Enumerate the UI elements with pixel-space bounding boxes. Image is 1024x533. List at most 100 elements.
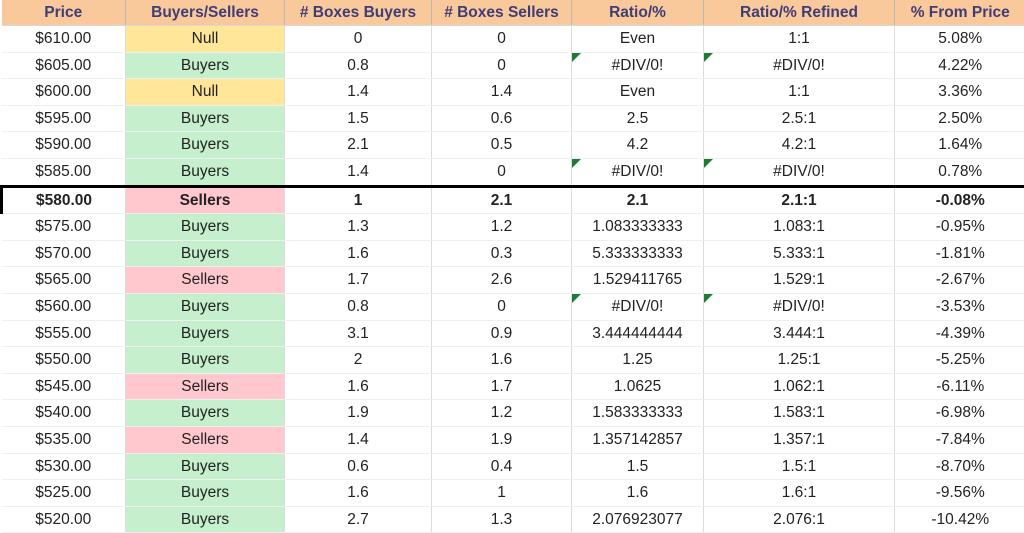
cell-bs[interactable]: Sellers bbox=[126, 267, 285, 294]
cell-refined[interactable]: 1.6:1 bbox=[704, 480, 895, 507]
cell-pct[interactable]: -1.81% bbox=[895, 240, 1024, 267]
cell-boxes_b[interactable]: 0.6 bbox=[285, 453, 432, 480]
cell-pct[interactable]: 4.22% bbox=[895, 52, 1024, 79]
table-row[interactable]: $585.00Buyers1.40#DIV/0!#DIV/0!0.78% bbox=[2, 158, 1024, 186]
cell-refined[interactable]: 1.583:1 bbox=[704, 400, 895, 427]
table-row[interactable]: $525.00Buyers1.611.61.6:1-9.56% bbox=[2, 480, 1024, 507]
table-row[interactable]: $540.00Buyers1.91.21.5833333331.583:1-6.… bbox=[2, 400, 1024, 427]
cell-boxes_b[interactable]: 1.7 bbox=[285, 267, 432, 294]
cell-refined[interactable]: 2.1:1 bbox=[704, 186, 895, 214]
cell-boxes_s[interactable]: 0.6 bbox=[432, 105, 572, 132]
cell-boxes_b[interactable]: 1.4 bbox=[285, 426, 432, 453]
cell-ratio[interactable]: 1.529411765 bbox=[572, 267, 704, 294]
cell-ratio[interactable]: Even bbox=[572, 79, 704, 106]
cell-boxes_s[interactable]: 0.5 bbox=[432, 132, 572, 159]
cell-boxes_s[interactable]: 0.3 bbox=[432, 240, 572, 267]
cell-bs[interactable]: Sellers bbox=[126, 426, 285, 453]
cell-ratio[interactable]: 1.6 bbox=[572, 480, 704, 507]
cell-refined[interactable]: 4.2:1 bbox=[704, 132, 895, 159]
cell-ratio[interactable]: 2.1 bbox=[572, 186, 704, 214]
cell-refined[interactable]: 1.529:1 bbox=[704, 267, 895, 294]
table-row[interactable]: $590.00Buyers2.10.54.24.2:11.64% bbox=[2, 132, 1024, 159]
table-row[interactable]: $605.00Buyers0.80#DIV/0!#DIV/0!4.22% bbox=[2, 52, 1024, 79]
cell-bs[interactable]: Buyers bbox=[126, 240, 285, 267]
cell-ratio-with-comment-marker[interactable]: #DIV/0! bbox=[572, 158, 704, 186]
cell-ratio[interactable]: Even bbox=[572, 26, 704, 53]
cell-pct[interactable]: -9.56% bbox=[895, 480, 1024, 507]
cell-bs[interactable]: Buyers bbox=[126, 132, 285, 159]
cell-bs[interactable]: Buyers bbox=[126, 347, 285, 374]
cell-pct[interactable]: 0.78% bbox=[895, 158, 1024, 186]
column-header-refined[interactable]: Ratio/% Refined bbox=[704, 0, 895, 26]
cell-refined[interactable]: 1.25:1 bbox=[704, 347, 895, 374]
cell-price[interactable]: $605.00 bbox=[2, 52, 126, 79]
cell-pct[interactable]: -6.11% bbox=[895, 373, 1024, 400]
cell-ratio-with-comment-marker[interactable]: #DIV/0! bbox=[572, 52, 704, 79]
cell-price[interactable]: $590.00 bbox=[2, 132, 126, 159]
cell-pct[interactable]: -0.08% bbox=[895, 186, 1024, 214]
cell-price[interactable]: $550.00 bbox=[2, 347, 126, 374]
cell-bs[interactable]: Null bbox=[126, 79, 285, 106]
cell-refined[interactable]: 1.357:1 bbox=[704, 426, 895, 453]
cell-boxes_b[interactable]: 3.1 bbox=[285, 320, 432, 347]
cell-boxes_s[interactable]: 1.2 bbox=[432, 214, 572, 241]
cell-refined-with-comment-marker[interactable]: #DIV/0! bbox=[704, 293, 895, 320]
cell-refined[interactable]: 1:1 bbox=[704, 26, 895, 53]
cell-price[interactable]: $580.00 bbox=[2, 186, 126, 214]
table-row[interactable]: $520.00Buyers2.71.32.0769230772.076:1-10… bbox=[2, 506, 1024, 533]
cell-boxes_s[interactable]: 1.4 bbox=[432, 79, 572, 106]
cell-boxes_s[interactable]: 2.6 bbox=[432, 267, 572, 294]
cell-boxes_b[interactable]: 1 bbox=[285, 186, 432, 214]
cell-boxes_s[interactable]: 2.1 bbox=[432, 186, 572, 214]
cell-pct[interactable]: -5.25% bbox=[895, 347, 1024, 374]
cell-bs[interactable]: Buyers bbox=[126, 320, 285, 347]
column-header-ratio[interactable]: Ratio/% bbox=[572, 0, 704, 26]
cell-price[interactable]: $585.00 bbox=[2, 158, 126, 186]
cell-bs[interactable]: Buyers bbox=[126, 293, 285, 320]
cell-boxes_b[interactable]: 1.9 bbox=[285, 400, 432, 427]
cell-ratio[interactable]: 1.5 bbox=[572, 453, 704, 480]
cell-boxes_s[interactable]: 0 bbox=[432, 52, 572, 79]
cell-bs[interactable]: Buyers bbox=[126, 214, 285, 241]
cell-pct[interactable]: 1.64% bbox=[895, 132, 1024, 159]
cell-boxes_b[interactable]: 1.3 bbox=[285, 214, 432, 241]
table-row[interactable]: $550.00Buyers21.61.251.25:1-5.25% bbox=[2, 347, 1024, 374]
table-row[interactable]: $560.00Buyers0.80#DIV/0!#DIV/0!-3.53% bbox=[2, 293, 1024, 320]
cell-bs[interactable]: Buyers bbox=[126, 480, 285, 507]
table-row[interactable]: $580.00Sellers12.12.12.1:1-0.08% bbox=[2, 186, 1024, 214]
cell-pct[interactable]: -0.95% bbox=[895, 214, 1024, 241]
table-row[interactable]: $555.00Buyers3.10.93.4444444443.444:1-4.… bbox=[2, 320, 1024, 347]
cell-price[interactable]: $600.00 bbox=[2, 79, 126, 106]
cell-ratio[interactable]: 1.357142857 bbox=[572, 426, 704, 453]
cell-price[interactable]: $565.00 bbox=[2, 267, 126, 294]
cell-boxes_b[interactable]: 0 bbox=[285, 26, 432, 53]
cell-price[interactable]: $520.00 bbox=[2, 506, 126, 533]
cell-ratio-with-comment-marker[interactable]: #DIV/0! bbox=[572, 293, 704, 320]
table-body[interactable]: $610.00Null00Even1:15.08%$605.00Buyers0.… bbox=[2, 26, 1024, 533]
cell-boxes_s[interactable]: 1.9 bbox=[432, 426, 572, 453]
cell-ratio[interactable]: 4.2 bbox=[572, 132, 704, 159]
cell-boxes_b[interactable]: 1.5 bbox=[285, 105, 432, 132]
cell-boxes_s[interactable]: 0.9 bbox=[432, 320, 572, 347]
cell-refined[interactable]: 1:1 bbox=[704, 79, 895, 106]
cell-ratio[interactable]: 2.076923077 bbox=[572, 506, 704, 533]
table-row[interactable]: $600.00Null1.41.4Even1:13.36% bbox=[2, 79, 1024, 106]
cell-boxes_s[interactable]: 0 bbox=[432, 26, 572, 53]
cell-refined[interactable]: 1.5:1 bbox=[704, 453, 895, 480]
cell-refined[interactable]: 2.076:1 bbox=[704, 506, 895, 533]
cell-ratio[interactable]: 3.444444444 bbox=[572, 320, 704, 347]
cell-boxes_s[interactable]: 1.7 bbox=[432, 373, 572, 400]
cell-ratio[interactable]: 1.0625 bbox=[572, 373, 704, 400]
spreadsheet-table[interactable]: PriceBuyers/Sellers# Boxes Buyers# Boxes… bbox=[0, 0, 1024, 533]
table-row[interactable]: $595.00Buyers1.50.62.52.5:12.50% bbox=[2, 105, 1024, 132]
cell-boxes_b[interactable]: 1.6 bbox=[285, 240, 432, 267]
cell-pct[interactable]: -2.67% bbox=[895, 267, 1024, 294]
table-row[interactable]: $535.00Sellers1.41.91.3571428571.357:1-7… bbox=[2, 426, 1024, 453]
cell-bs[interactable]: Null bbox=[126, 26, 285, 53]
column-header-boxes_s[interactable]: # Boxes Sellers bbox=[432, 0, 572, 26]
cell-price[interactable]: $570.00 bbox=[2, 240, 126, 267]
cell-ratio[interactable]: 1.583333333 bbox=[572, 400, 704, 427]
cell-boxes_s[interactable]: 1 bbox=[432, 480, 572, 507]
cell-ratio[interactable]: 2.5 bbox=[572, 105, 704, 132]
table-row[interactable]: $610.00Null00Even1:15.08% bbox=[2, 26, 1024, 53]
